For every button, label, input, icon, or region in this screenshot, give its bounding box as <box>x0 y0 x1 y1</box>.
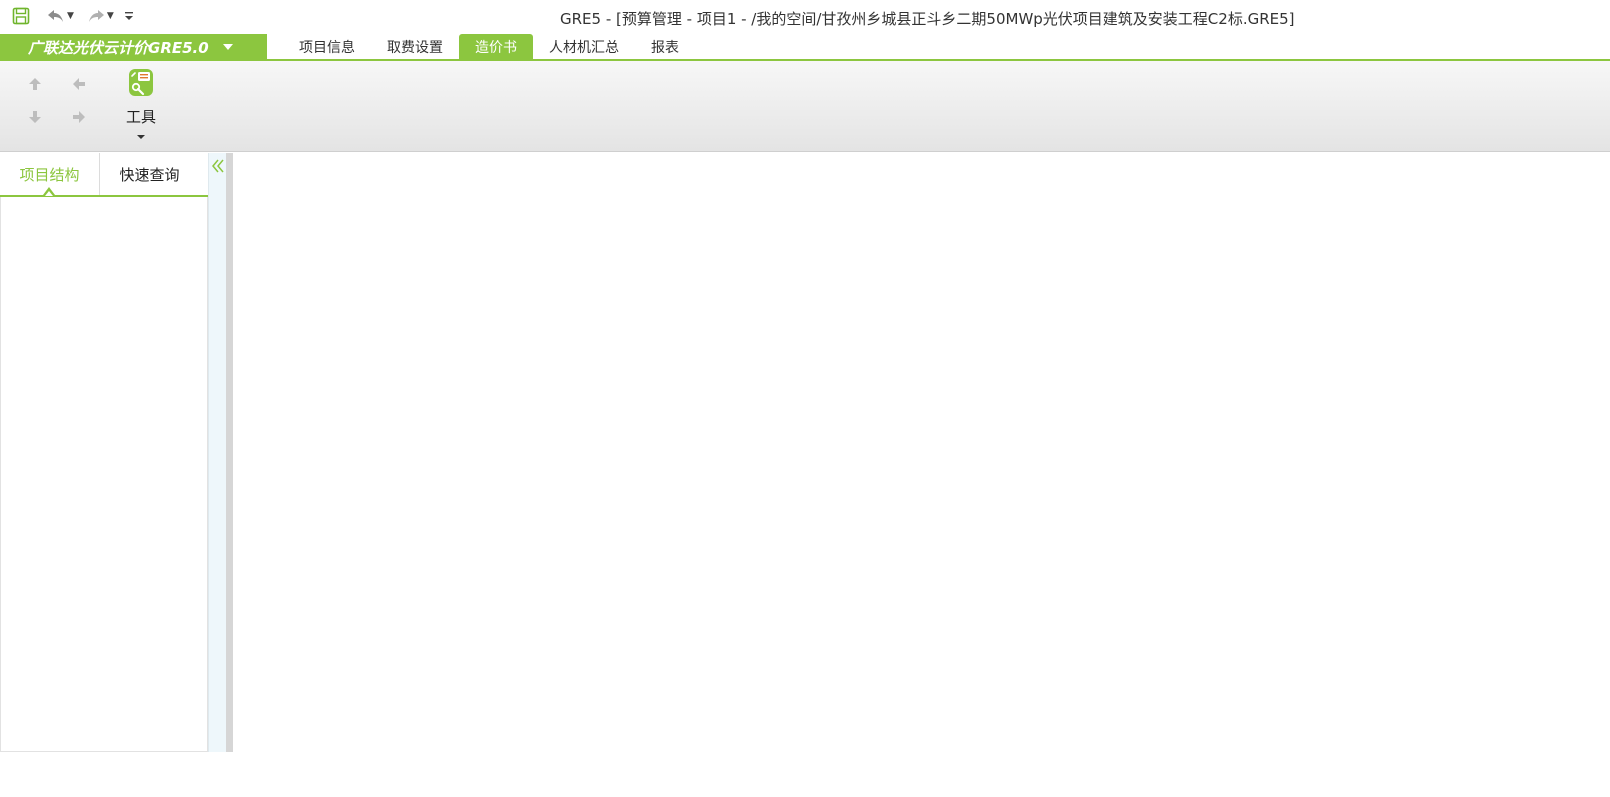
move-right-button[interactable] <box>68 107 90 129</box>
arrow-left-icon <box>72 76 86 95</box>
panel-splitter[interactable] <box>226 153 233 752</box>
move-up-button[interactable] <box>24 74 46 96</box>
double-chevron-left-icon <box>211 158 225 178</box>
move-down-button[interactable] <box>24 107 46 129</box>
tab-fee-settings[interactable]: 取费设置 <box>371 34 459 60</box>
chevron-down-icon <box>222 44 233 50</box>
arrow-down-icon <box>28 109 42 128</box>
tab-cost-book[interactable]: 造价书 <box>459 34 533 60</box>
redo-button[interactable]: ▼ <box>84 4 116 28</box>
ribbon-tabs: 项目信息 取费设置 造价书 人材机汇总 报表 <box>283 34 695 60</box>
chevron-down-icon[interactable]: ▼ <box>67 11 74 21</box>
undo-icon <box>46 8 66 24</box>
tab-quick-query[interactable]: 快速查询 <box>99 153 199 195</box>
app-menu-button[interactable]: 广联达光伏云计价GRE5.0 <box>0 34 267 60</box>
project-structure-tree[interactable] <box>0 197 208 752</box>
save-button[interactable] <box>10 4 32 28</box>
tab-labor-material-summary[interactable]: 人材机汇总 <box>533 34 635 60</box>
redo-icon <box>86 8 106 24</box>
customize-qat-button[interactable] <box>122 4 136 28</box>
title-bar: ▼ ▼ GRE5 - [预算管理 - 项目1 - /我的空间/甘孜州乡城县正斗乡… <box>0 0 1610 34</box>
left-panel: 项目结构 快速查询 <box>0 153 208 752</box>
save-icon <box>12 7 30 25</box>
left-panel-tabs: 项目结构 快速查询 <box>0 153 208 197</box>
move-left-button[interactable] <box>68 74 90 96</box>
tools-button[interactable]: 工具 <box>118 68 164 148</box>
tab-reports[interactable]: 报表 <box>635 34 695 60</box>
tools-icon <box>127 68 155 102</box>
tools-label: 工具 <box>125 108 156 126</box>
left-panel-collapse-strip <box>208 153 226 752</box>
arrow-right-icon <box>72 109 86 128</box>
app-menu-label: 广联达光伏云计价GRE5.0 <box>28 38 209 57</box>
tab-project-info[interactable]: 项目信息 <box>283 34 371 60</box>
arrow-up-icon <box>28 76 42 95</box>
undo-button[interactable]: ▼ <box>44 4 76 28</box>
customize-icon <box>124 10 134 22</box>
window-title: GRE5 - [预算管理 - 项目1 - /我的空间/甘孜州乡城县正斗乡二期50… <box>560 10 1295 28</box>
quick-access-toolbar: ▼ ▼ <box>10 4 136 28</box>
collapse-panel-button[interactable] <box>210 159 226 177</box>
active-tab-indicator-inner <box>45 191 53 196</box>
ribbon-panel: 工具 <box>0 61 1610 152</box>
chevron-down-icon[interactable] <box>137 135 145 139</box>
ribbon-tab-bar: 广联达光伏云计价GRE5.0 项目信息 取费设置 造价书 人材机汇总 报表 <box>0 34 1610 61</box>
main-workspace[interactable] <box>233 153 1610 752</box>
chevron-down-icon[interactable]: ▼ <box>107 11 114 21</box>
